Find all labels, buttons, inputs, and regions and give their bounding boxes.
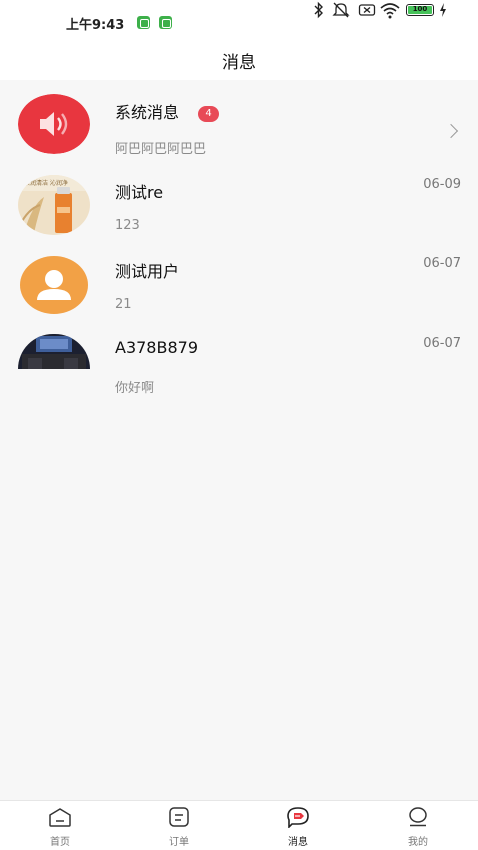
battery-icon: 100 (406, 4, 434, 16)
avatar: 泉润清洁 沁润净 (18, 175, 90, 235)
message-date: 06-07 (423, 256, 461, 271)
avatar-thumb-text: 泉润清洁 沁润净 (24, 179, 68, 187)
battery-level: 100 (408, 6, 432, 14)
nav-label: 首页 (50, 837, 70, 848)
bottom-nav: 首页 订单 消息 我的 (0, 800, 478, 850)
speaker-avatar (18, 94, 90, 154)
nav-item-orders[interactable]: 订单 (144, 801, 214, 850)
avatar (18, 255, 90, 315)
message-preview: 你好啊 (115, 381, 155, 396)
user-icon (20, 256, 88, 314)
speaker-icon (18, 94, 90, 154)
nav-label: 订单 (169, 837, 189, 848)
list-item-system-messages[interactable]: 系统消息 4 阿巴阿巴阿巴巴 (0, 88, 478, 168)
nav-label: 消息 (288, 837, 308, 848)
notification-icon (159, 16, 172, 29)
message-icon (287, 807, 309, 828)
charging-icon (440, 3, 446, 17)
nav-item-profile[interactable]: 我的 (383, 801, 453, 850)
message-preview: 阿巴阿巴阿巴巴 (115, 142, 207, 157)
wifi-icon (380, 3, 400, 19)
status-bar: 上午9:43 100 (0, 0, 478, 42)
page-title: 消息 (222, 53, 256, 73)
notification-icon (137, 16, 150, 29)
message-preview: 123 (115, 218, 140, 233)
message-name: 系统消息 (115, 103, 180, 122)
page-header: 消息 (0, 42, 478, 80)
nav-item-home[interactable]: 首页 (25, 801, 95, 850)
product-photo-avatar: 泉润清洁 沁润净 (18, 175, 90, 235)
message-preview: 21 (115, 297, 132, 312)
message-date: 06-09 (423, 177, 461, 192)
no-sim-icon (358, 4, 376, 16)
home-icon (49, 808, 71, 827)
nav-label: 我的 (408, 837, 428, 848)
list-item-conversation[interactable]: 测试用户 06-07 21 (0, 247, 478, 327)
message-name: A378B879 (115, 338, 198, 357)
profile-icon (409, 807, 427, 827)
bluetooth-icon (314, 1, 323, 19)
chevron-right-icon (443, 123, 459, 139)
order-icon (169, 807, 189, 827)
unread-badge: 4 (198, 106, 219, 122)
message-name: 测试用户 (115, 262, 180, 281)
avatar (18, 334, 90, 369)
list-item-conversation[interactable]: A378B879 06-07 你好啊 (0, 327, 478, 407)
room-photo-avatar (18, 334, 90, 369)
mute-icon (332, 2, 350, 18)
message-date: 06-07 (423, 336, 461, 351)
status-time: 上午9:43 (66, 18, 125, 33)
message-name: 测试re (115, 183, 164, 202)
list-item-conversation[interactable]: 泉润清洁 沁润净 测试re 06-09 123 (0, 168, 478, 248)
nav-item-messages[interactable]: 消息 (263, 801, 333, 850)
